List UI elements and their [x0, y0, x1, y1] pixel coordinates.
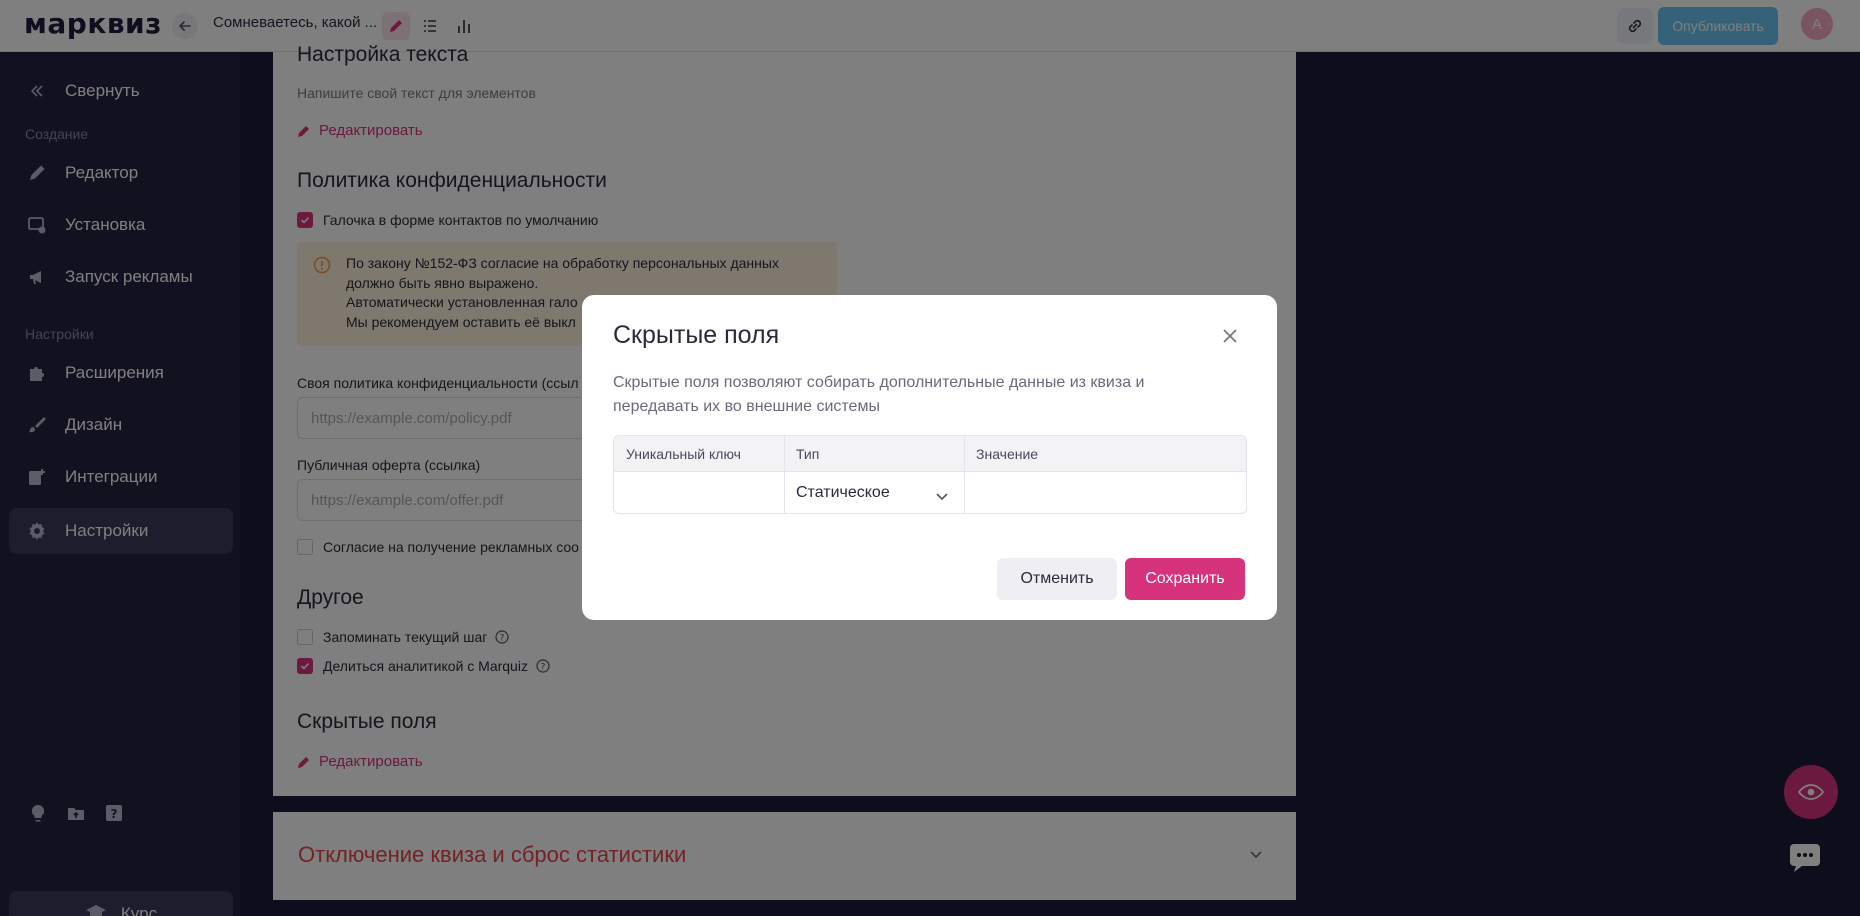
modal-title: Скрытые поля: [613, 321, 780, 349]
column-header-type: Тип: [796, 446, 820, 462]
value-input[interactable]: [964, 472, 1246, 513]
key-input[interactable]: [614, 472, 784, 513]
cancel-button[interactable]: Отменить: [997, 558, 1117, 600]
modal-description: Скрытые поля позволяют собирать дополнит…: [613, 374, 1145, 415]
column-header-value: Значение: [976, 446, 1039, 462]
close-icon[interactable]: [1222, 328, 1238, 344]
hidden-fields-modal: Скрытые поля Скрытые поля позволяют соби…: [582, 295, 1277, 620]
chevron-down-icon[interactable]: [935, 489, 949, 508]
column-header-key: Уникальный ключ: [626, 446, 741, 462]
hidden-fields-table: Уникальный ключ Тип Значение Статическое: [613, 435, 1247, 514]
save-button[interactable]: Сохранить: [1125, 558, 1245, 600]
